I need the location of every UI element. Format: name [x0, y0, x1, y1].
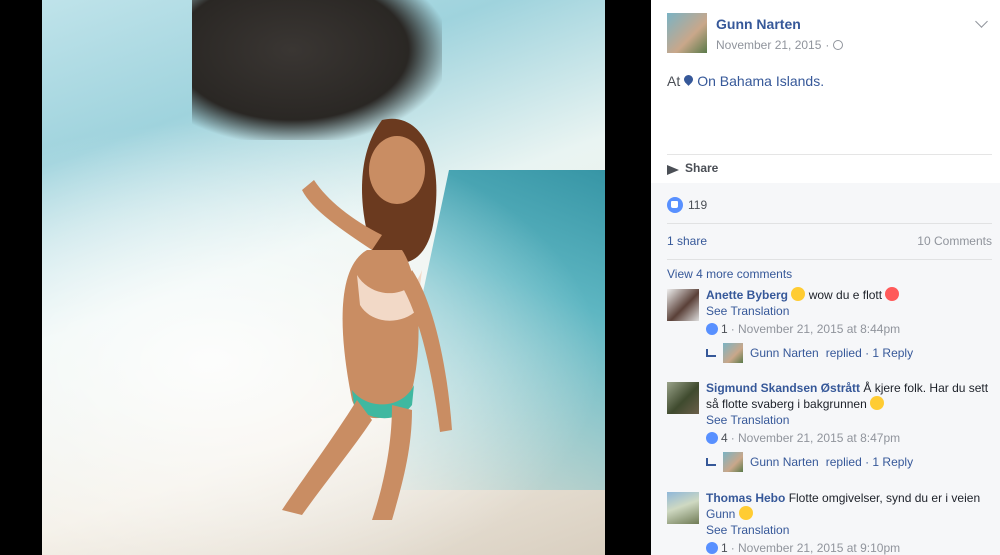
comment-timestamp[interactable]: · November 21, 2015 at 8:47pm: [731, 430, 900, 446]
comment-author[interactable]: Sigmund Skandsen Østrått: [706, 381, 860, 395]
comment-avatar[interactable]: [667, 382, 699, 414]
comment-line: Anette Byberg wow du e flott: [706, 287, 992, 303]
scream-emoji-icon: [791, 287, 806, 301]
comment-meta: 1 · November 21, 2015 at 8:44pm: [706, 321, 992, 337]
reply-arrow-icon: [706, 458, 716, 466]
laughing-emoji-icon: [738, 506, 753, 520]
comment-text: Flotte omgivelser, synd du er i veien: [788, 491, 981, 505]
comment-body: Thomas Hebo Flotte omgivelser, synd du e…: [706, 490, 992, 555]
wink-tongue-emoji-icon: [870, 396, 885, 410]
ufi-divider: [667, 223, 992, 224]
reply-avatar: [723, 452, 743, 472]
comment-meta: 4 · November 21, 2015 at 8:47pm: [706, 430, 992, 446]
comment-text: wow du e flott: [808, 288, 883, 302]
like-icon: [667, 197, 683, 213]
share-label: Share: [685, 161, 719, 175]
comment-body: Anette Byberg wow du e flott See Transla…: [706, 287, 992, 363]
comment-timestamp[interactable]: · November 21, 2015 at 8:44pm: [731, 321, 900, 337]
meta-separator: ·: [825, 38, 830, 52]
photo-person: [282, 118, 452, 520]
reply-summary[interactable]: Gunn Narten replied · 1 Reply: [706, 343, 992, 363]
see-translation-link[interactable]: See Translation: [706, 412, 992, 428]
post-location: At On Bahama Islands.: [667, 73, 824, 89]
reply-text[interactable]: replied · 1 Reply: [826, 345, 913, 361]
comment-author[interactable]: Anette Byberg: [706, 288, 788, 302]
likes-count: 119: [688, 198, 708, 212]
comment-author[interactable]: Thomas Hebo: [706, 491, 785, 505]
location-prefix: At: [667, 73, 681, 89]
comment-body: Sigmund Skandsen Østrått Å kjere folk. H…: [706, 380, 992, 472]
like-icon: [706, 323, 718, 335]
comment-timestamp[interactable]: · November 21, 2015 at 9:10pm: [731, 540, 900, 555]
comment-like-count[interactable]: 4: [721, 430, 728, 446]
divider: [667, 154, 992, 155]
share-button[interactable]: Share: [667, 161, 718, 175]
comment-line: Sigmund Skandsen Østrått Å kjere folk. H…: [706, 380, 992, 412]
comment-meta: 1 · November 21, 2015 at 9:10pm: [706, 540, 992, 555]
like-icon: [706, 542, 718, 554]
like-icon: [706, 432, 718, 444]
pin-icon: [684, 75, 693, 87]
comments-count[interactable]: 10 Comments: [917, 234, 992, 248]
post-panel: Gunn Narten November 21, 2015 · At On Ba…: [651, 0, 1000, 555]
reply-author[interactable]: Gunn Narten: [750, 454, 819, 470]
reply-summary[interactable]: Gunn Narten replied · 1 Reply: [706, 452, 992, 472]
see-translation-link[interactable]: See Translation: [706, 303, 992, 319]
chevron-down-icon[interactable]: [975, 15, 988, 28]
share-icon: [667, 163, 679, 175]
comment-like-count[interactable]: 1: [721, 540, 728, 555]
reply-avatar: [723, 343, 743, 363]
post-date[interactable]: November 21, 2015: [716, 38, 821, 52]
post-photo[interactable]: [42, 0, 605, 555]
post-header: Gunn Narten November 21, 2015 ·: [667, 13, 1000, 53]
comment-like-count[interactable]: 1: [721, 321, 728, 337]
ufi-divider: [667, 259, 992, 260]
photo-viewer: [0, 0, 651, 555]
comment-avatar[interactable]: [667, 492, 699, 524]
comment-mention[interactable]: Gunn: [706, 507, 735, 521]
shares-link[interactable]: 1 share: [667, 234, 707, 248]
author-avatar[interactable]: [667, 13, 707, 53]
likes-summary[interactable]: 119: [667, 197, 707, 213]
reply-text[interactable]: replied · 1 Reply: [826, 454, 913, 470]
location-link[interactable]: On Bahama Islands.: [697, 73, 824, 89]
view-more-comments[interactable]: View 4 more comments: [667, 267, 792, 281]
reply-author[interactable]: Gunn Narten: [750, 345, 819, 361]
comment-avatar[interactable]: [667, 289, 699, 321]
post-meta: November 21, 2015 ·: [716, 38, 844, 52]
heart-eyes-emoji-icon: [885, 287, 900, 301]
feedback-section: 119 1 share 10 Comments View 4 more comm…: [651, 183, 1000, 555]
author-name[interactable]: Gunn Narten: [716, 16, 801, 32]
reply-arrow-icon: [706, 349, 716, 357]
comment-line: Thomas Hebo Flotte omgivelser, synd du e…: [706, 490, 992, 522]
see-translation-link[interactable]: See Translation: [706, 522, 992, 538]
globe-icon[interactable]: [833, 40, 844, 50]
